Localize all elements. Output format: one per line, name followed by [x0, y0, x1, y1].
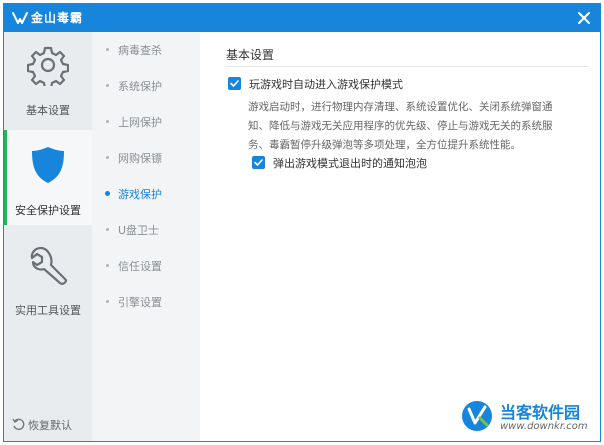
sub-item-label: 游戏保护: [118, 188, 162, 201]
exit-notification-checkbox[interactable]: [252, 156, 265, 169]
sub-item-label: 网购保镖: [118, 152, 162, 165]
close-icon[interactable]: [574, 8, 594, 28]
window-title: 金山毒霸: [31, 11, 84, 25]
nav-label: 实用工具设置: [15, 304, 81, 317]
bullet-icon: [106, 300, 109, 303]
sub-item-game-protection[interactable]: 游戏保护: [92, 184, 200, 204]
auto-game-mode-label[interactable]: 玩游戏时自动进入游戏保护模式: [249, 76, 403, 92]
gear-icon: [27, 46, 69, 86]
watermark-logo-icon: [462, 401, 492, 431]
restore-icon: [12, 418, 25, 431]
section-divider: [226, 66, 588, 67]
bullet-icon: [106, 84, 109, 87]
wrench-icon: [30, 246, 68, 285]
bullet-icon: [106, 156, 109, 159]
sub-item-label: 病毒查杀: [118, 44, 162, 57]
shield-icon: [32, 147, 64, 183]
nav-item-tools-settings[interactable]: 实用工具设置: [4, 228, 92, 323]
watermark-title: 当客软件园: [500, 403, 581, 422]
watermark-url: www.downkr.com: [500, 421, 588, 432]
settings-window: 金山毒霸 基本设置 安全保护设置 实用工具设置 恢复默认 病毒查杀 系统保护 上…: [3, 3, 601, 442]
nav-item-security-settings[interactable]: 安全保护设置: [4, 130, 92, 225]
nav-label: 基本设置: [26, 104, 70, 117]
bullet-icon: [106, 48, 109, 51]
check-icon: [254, 159, 263, 166]
nav-item-basic-settings[interactable]: 基本设置: [4, 32, 92, 127]
bullet-icon: [106, 228, 109, 231]
bullet-icon: [106, 264, 109, 267]
sub-item-label: 上网保护: [118, 116, 162, 129]
nav-label: 安全保护设置: [15, 204, 81, 217]
site-watermark: 当客软件园 www.downkr.com: [460, 397, 600, 441]
check-icon: [230, 80, 239, 87]
sub-item-label: U盘卫士: [118, 224, 160, 237]
sub-item-trust-settings[interactable]: 信任设置: [92, 256, 200, 276]
sub-item-shopping-guard[interactable]: 网购保镖: [92, 148, 200, 168]
sub-item-engine-settings[interactable]: 引擎设置: [92, 292, 200, 312]
exit-notification-label[interactable]: 弹出游戏模式退出时的通知泡泡: [273, 155, 427, 171]
app-logo-icon: [12, 12, 28, 24]
restore-defaults-label: 恢复默认: [28, 419, 72, 432]
title-bar: 金山毒霸: [4, 4, 600, 32]
auto-game-mode-checkbox[interactable]: [228, 77, 241, 90]
category-sidebar: 基本设置 安全保护设置 实用工具设置 恢复默认: [4, 32, 92, 441]
sub-item-usb-guard[interactable]: U盘卫士: [92, 220, 200, 240]
bullet-icon: [105, 191, 110, 196]
sub-item-web-protection[interactable]: 上网保护: [92, 112, 200, 132]
sub-category-list: 病毒查杀 系统保护 上网保护 网购保镖 游戏保护 U盘卫士 信任设置 引擎设置: [92, 32, 200, 441]
sub-item-system-protection[interactable]: 系统保护: [92, 76, 200, 96]
section-title: 基本设置: [226, 48, 275, 62]
sub-item-virus-scan[interactable]: 病毒查杀: [92, 40, 200, 60]
settings-panel: 基本设置 玩游戏时自动进入游戏保护模式 游戏启动时，进行物理内存清理、系统设置优…: [200, 32, 600, 441]
bullet-icon: [106, 120, 109, 123]
game-mode-description: 游戏启动时，进行物理内存清理、系统设置优化、关闭系统弹窗通知、降低与游戏无关应用…: [248, 101, 553, 151]
sub-item-label: 信任设置: [118, 260, 162, 273]
sub-item-label: 系统保护: [118, 80, 162, 93]
sub-item-label: 引擎设置: [118, 296, 162, 309]
